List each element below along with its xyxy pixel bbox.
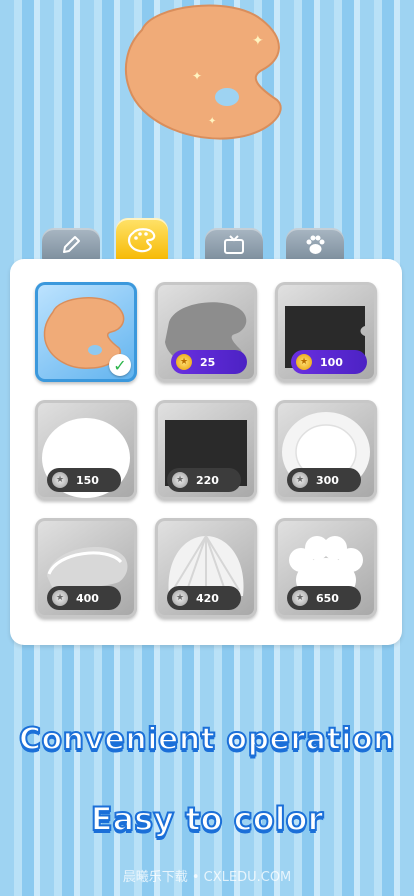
price-badge: ★ 400	[47, 586, 121, 610]
palette-icon: ✦ ✦ ✦	[124, 4, 282, 140]
item-shell-plate[interactable]: ★ 420	[155, 518, 257, 618]
item-gray-palette[interactable]: ★ 25	[155, 282, 257, 382]
silver-coin-icon: ★	[292, 472, 308, 488]
price-badge: ★ 150	[47, 468, 121, 492]
tv-icon	[224, 235, 244, 254]
palette-icon	[127, 228, 156, 253]
hero-palette-image: ✦ ✦ ✦	[112, 0, 302, 150]
gold-coin-icon: ★	[296, 354, 312, 370]
category-tabs	[0, 218, 414, 264]
item-leaf-plate[interactable]: ★ 400	[35, 518, 137, 618]
price-badge: ★ 220	[167, 468, 241, 492]
silver-coin-icon: ★	[52, 590, 68, 606]
gold-coin-icon: ★	[176, 354, 192, 370]
item-grid-panel: ✓ ★ 25 ★ 100 ★ 150 ★ 220 ★ 300 ★ 400 ★ 4…	[10, 259, 402, 645]
price-badge: ★ 300	[287, 468, 361, 492]
pencil-icon	[63, 236, 80, 253]
svg-text:✦: ✦	[208, 116, 216, 127]
price-badge: ★ 25	[171, 350, 247, 374]
price-badge: ★ 420	[167, 586, 241, 610]
price-badge: ★ 100	[291, 350, 367, 374]
price-value: 100	[320, 355, 343, 369]
price-value: 420	[196, 591, 219, 605]
price-badge: ★ 650	[287, 586, 361, 610]
item-black-tray[interactable]: ★ 220	[155, 400, 257, 500]
tab-paw[interactable]	[286, 228, 344, 262]
silver-coin-icon: ★	[292, 590, 308, 606]
item-rim-plate[interactable]: ★ 300	[275, 400, 377, 500]
silver-coin-icon: ★	[172, 590, 188, 606]
tab-tv[interactable]	[205, 228, 263, 262]
tab-palette[interactable]	[116, 218, 168, 262]
silver-coin-icon: ★	[172, 472, 188, 488]
selected-check-icon: ✓	[109, 354, 131, 376]
svg-text:✦: ✦	[192, 69, 202, 83]
item-round-plate[interactable]: ★ 150	[35, 400, 137, 500]
caption-line-2: Easy to color	[90, 799, 325, 839]
price-value: 300	[316, 473, 339, 487]
caption-line-1: Convenient operation	[18, 721, 396, 758]
price-value: 25	[200, 355, 216, 369]
watermark: 晨曦乐下载 • CXLEDU.COM	[122, 870, 292, 885]
item-paw-plate[interactable]: ★ 650	[275, 518, 377, 618]
item-palette[interactable]: ✓	[35, 282, 137, 382]
price-value: 650	[316, 591, 339, 605]
price-value: 220	[196, 473, 219, 487]
svg-text:✦: ✦	[252, 33, 264, 49]
price-value: 400	[76, 591, 99, 605]
silver-coin-icon: ★	[52, 472, 68, 488]
item-black-board[interactable]: ★ 100	[275, 282, 377, 382]
tab-pencil[interactable]	[42, 228, 100, 262]
price-value: 150	[76, 473, 99, 487]
paw-icon	[306, 235, 325, 254]
